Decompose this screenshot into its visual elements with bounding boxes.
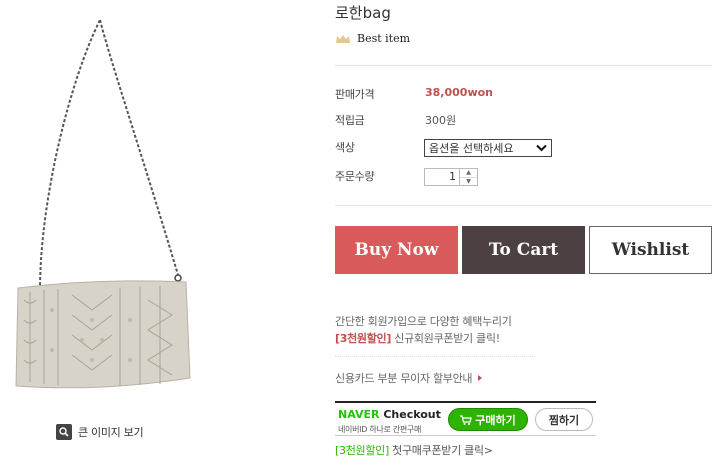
qty-label: 주문수량: [335, 170, 375, 183]
quantity-up-button[interactable]: ▲: [460, 169, 477, 178]
points-value: 300원: [425, 114, 457, 127]
product-image[interactable]: [0, 0, 200, 410]
naver-subtext: 네이버ID 하나로 간편구매: [338, 425, 422, 434]
badge-text: Best item: [357, 32, 411, 45]
quantity-input[interactable]: 1: [424, 168, 460, 186]
new-member-coupon-link[interactable]: 신규회원쿠폰받기 클릭!: [394, 332, 500, 345]
naver-coupon-tag: [3천원할인]: [335, 444, 389, 457]
checkout-logo-text: Checkout: [383, 408, 441, 421]
naver-buy-button[interactable]: 구매하기: [448, 408, 528, 431]
naver-wish-button[interactable]: 찜하기: [535, 408, 593, 431]
quantity-spin: ▲ ▼: [460, 168, 478, 186]
signup-promo: 간단한 회원가입으로 다양한 혜택누리기: [335, 315, 512, 328]
dotted-divider: [335, 356, 535, 357]
product-name: 로한bag: [335, 4, 391, 22]
wishlist-button[interactable]: Wishlist: [589, 226, 712, 274]
naver-first-purchase-coupon[interactable]: [3천원할인] 첫구매쿠폰받기 클릭>: [335, 442, 493, 458]
price-label: 판매가격: [335, 88, 375, 101]
coupon-promo: [3천원할인] 신규회원쿠폰받기 클릭!: [335, 330, 500, 346]
quantity-down-button[interactable]: ▼: [460, 178, 477, 186]
card-installment-link[interactable]: 신용카드 부분 무이자 할부안내: [335, 370, 483, 386]
chevron-down-icon: [536, 144, 547, 152]
price-value: 38,000won: [425, 86, 493, 99]
zoom-label: 큰 이미지 보기: [78, 426, 144, 439]
zoom-image-link[interactable]: 큰 이미지 보기: [56, 424, 144, 440]
divider: [335, 65, 712, 66]
naver-checkout-logo: NAVER Checkout: [338, 408, 441, 421]
to-cart-button[interactable]: To Cart: [462, 226, 585, 274]
magnifier-icon: [56, 424, 72, 440]
best-item-badge: Best item: [335, 32, 410, 45]
color-label: 색상: [335, 141, 355, 154]
points-label: 적립금: [335, 114, 365, 127]
arrow-right-icon: [478, 375, 483, 381]
color-select-value: 옵션을 선택하세요: [429, 142, 514, 155]
naver-coupon-text: 첫구매쿠폰받기 클릭>: [392, 444, 493, 457]
naver-logo-text: NAVER: [338, 408, 380, 421]
cart-icon: [460, 414, 473, 425]
card-installment-label: 신용카드 부분 무이자 할부안내: [335, 372, 473, 385]
naver-checkout-box: NAVER Checkout 네이버ID 하나로 간편구매 구매하기 찜하기: [335, 401, 596, 436]
buy-now-button[interactable]: Buy Now: [335, 226, 458, 274]
coupon-tag[interactable]: [3천원할인]: [335, 332, 391, 345]
divider: [335, 205, 712, 206]
quantity-stepper[interactable]: 1 ▲ ▼: [424, 168, 480, 186]
color-select[interactable]: 옵션을 선택하세요: [424, 139, 552, 157]
crown-icon: [336, 34, 350, 43]
naver-buy-label: 구매하기: [475, 413, 516, 427]
